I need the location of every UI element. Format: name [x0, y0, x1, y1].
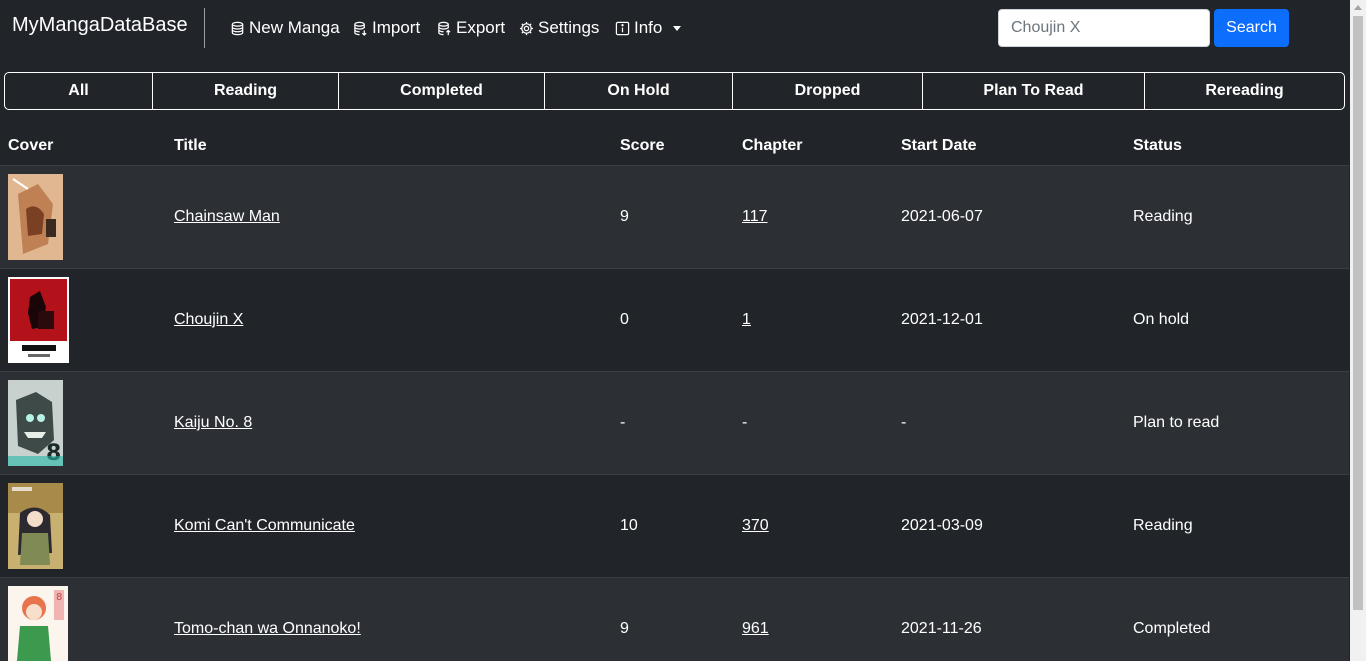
header-start-date: Start Date [901, 137, 977, 154]
nav-import-label: Import [372, 18, 421, 37]
chapter-link[interactable]: 370 [742, 517, 769, 535]
nav-info-label: Info [634, 18, 663, 37]
tab-completed[interactable]: Completed [339, 73, 545, 109]
page-scrollbar[interactable] [1350, 0, 1366, 661]
cover-image[interactable] [8, 277, 69, 363]
tab-reading[interactable]: Reading [153, 73, 339, 109]
info-square-icon [615, 21, 630, 35]
nav-new-manga[interactable]: New Manga [230, 17, 340, 39]
chapter-link[interactable]: 117 [742, 208, 768, 226]
manga-table: Cover Title Score Chapter Start Date Sta… [0, 126, 1349, 661]
table-row: Choujin X 0 1 2021-12-01 On hold [0, 269, 1349, 372]
start-date-value: 2021-11-26 [901, 620, 982, 637]
nav-new-manga-label: New Manga [249, 18, 340, 37]
start-date-value: 2021-03-09 [901, 517, 983, 534]
nav-export-label: Export [456, 18, 506, 37]
navbar: MyMangaDataBase New Manga Import Export [0, 0, 1350, 56]
manga-title-link[interactable]: Chainsaw Man [174, 208, 280, 226]
tab-rereading[interactable]: Rereading [1145, 73, 1344, 109]
start-date-value: - [901, 414, 907, 431]
status-value: Plan to read [1133, 414, 1220, 431]
header-status: Status [1133, 137, 1182, 154]
score-value: 9 [620, 620, 629, 637]
table-header: Cover Title Score Chapter Start Date Sta… [0, 126, 1349, 166]
app-page: MyMangaDataBase New Manga Import Export [0, 0, 1366, 661]
table-row: Chainsaw Man 9 117 2021-06-07 Reading [0, 166, 1349, 269]
table-row: Komi Can't Communicate 10 370 2021-03-09… [0, 475, 1349, 578]
table-row: 8 Tomo-chan wa Onnanoko! 9 961 2021-11-2… [0, 578, 1349, 661]
manga-title-link[interactable]: Choujin X [174, 311, 243, 329]
start-date-value: 2021-12-01 [901, 311, 983, 328]
scroll-up-arrow-icon[interactable] [1354, 5, 1362, 10]
gear-icon [519, 21, 534, 35]
cover-image[interactable]: 8 [8, 380, 63, 466]
chevron-down-icon [673, 25, 682, 31]
tab-dropped[interactable]: Dropped [733, 73, 923, 109]
nav-import[interactable]: Import [353, 17, 420, 39]
status-filter-tabs: All Reading Completed On Hold Dropped Pl… [4, 72, 1345, 110]
score-value: 0 [620, 311, 629, 328]
chapter-value: - [742, 414, 748, 431]
database-export-icon [438, 21, 451, 35]
cover-image[interactable] [8, 483, 63, 569]
header-title: Title [174, 137, 207, 154]
table-row: 8 Kaiju No. 8 - - - Plan to read [0, 372, 1349, 475]
header-cover: Cover [8, 137, 54, 154]
status-value: Reading [1133, 517, 1193, 534]
tab-on-hold[interactable]: On Hold [545, 73, 733, 109]
score-value: - [620, 414, 626, 431]
status-value: Completed [1133, 620, 1211, 637]
score-value: 10 [620, 517, 638, 534]
brand-link[interactable]: MyMangaDataBase [12, 14, 188, 37]
header-score: Score [620, 137, 665, 154]
tab-plan-to-read[interactable]: Plan To Read [923, 73, 1145, 109]
nav-divider [204, 8, 205, 48]
cover-image[interactable]: 8 [8, 586, 68, 661]
chapter-link[interactable]: 961 [742, 620, 769, 638]
status-value: Reading [1133, 208, 1193, 225]
manga-title-link[interactable]: Tomo-chan wa Onnanoko! [174, 620, 361, 638]
manga-title-link[interactable]: Kaiju No. 8 [174, 414, 252, 432]
nav-info-dropdown[interactable]: Info [615, 17, 682, 39]
start-date-value: 2021-06-07 [901, 208, 983, 225]
cover-image[interactable] [8, 174, 63, 260]
header-chapter: Chapter [742, 137, 803, 154]
database-import-icon [354, 21, 367, 36]
status-value: On hold [1133, 311, 1190, 328]
score-value: 9 [620, 208, 629, 225]
nav-export[interactable]: Export [437, 17, 505, 39]
nav-settings-label: Settings [538, 18, 600, 37]
chapter-link[interactable]: 1 [742, 311, 751, 329]
svg-text:8: 8 [56, 592, 62, 603]
tab-all[interactable]: All [5, 73, 153, 109]
manga-title-link[interactable]: Komi Can't Communicate [174, 517, 355, 535]
scrollbar-thumb[interactable] [1353, 16, 1363, 610]
search-input[interactable] [998, 9, 1210, 47]
search-button[interactable]: Search [1214, 9, 1289, 47]
database-icon [231, 21, 244, 35]
nav-settings[interactable]: Settings [519, 17, 599, 39]
